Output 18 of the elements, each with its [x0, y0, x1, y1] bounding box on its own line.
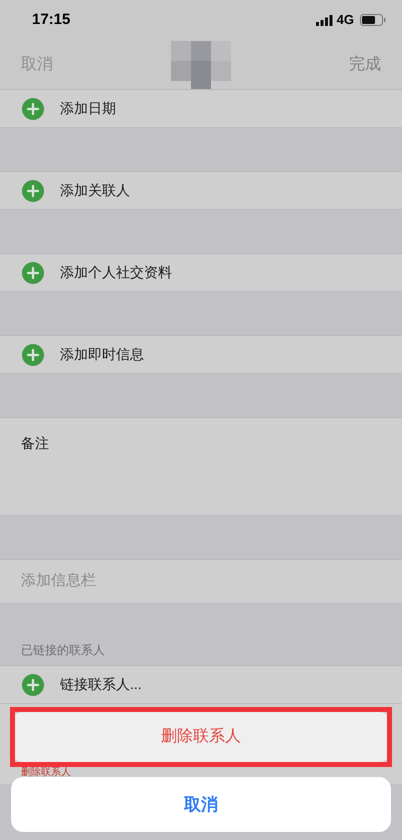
- add-icon[interactable]: [22, 98, 44, 120]
- add-icon[interactable]: [22, 344, 44, 366]
- list-item[interactable]: 添加即时信息: [60, 344, 144, 365]
- add-icon[interactable]: [22, 674, 44, 696]
- list-item[interactable]: 链接联系人...: [60, 674, 142, 695]
- list-item[interactable]: 添加关联人: [60, 180, 130, 201]
- list-item[interactable]: 添加个人社交资料: [60, 262, 172, 283]
- battery-icon: [360, 14, 386, 26]
- list-item[interactable]: 添加日期: [60, 98, 116, 119]
- add-icon[interactable]: [22, 180, 44, 202]
- notes-label: 备注: [21, 435, 49, 451]
- delete-contact-text: 删除联系人: [21, 768, 72, 778]
- cancel-button[interactable]: 取消: [11, 777, 391, 832]
- signal-icon: [316, 14, 333, 26]
- network-label: 4G: [336, 11, 354, 30]
- add-icon[interactable]: [22, 262, 44, 284]
- section-header: 已链接的联系人: [21, 642, 105, 659]
- status-time: 17:15: [32, 10, 70, 30]
